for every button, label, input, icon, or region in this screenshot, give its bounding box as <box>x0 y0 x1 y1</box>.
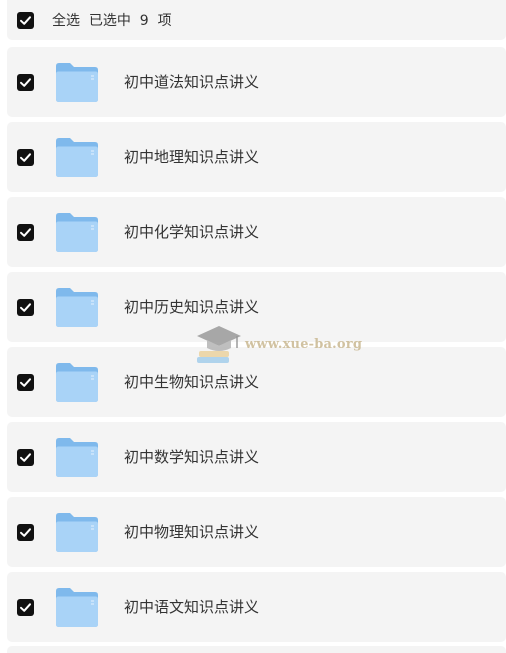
folder-row[interactable]: 初中数学知识点讲义 <box>7 422 506 492</box>
folder-name[interactable]: 初中道法知识点讲义 <box>124 72 259 92</box>
watermark: www.xue-ba.org <box>195 324 365 368</box>
folder-name[interactable]: 初中生物知识点讲义 <box>124 372 259 392</box>
checkmark-icon <box>20 603 31 612</box>
row-checkbox[interactable] <box>17 599 34 616</box>
selected-count-text: 已选中 9 项 <box>88 13 172 29</box>
checkmark-icon <box>20 303 31 312</box>
checkmark-icon <box>20 78 31 87</box>
folder-icon <box>56 513 98 552</box>
folder-icon <box>56 438 98 477</box>
folder-icon-wrapper <box>54 586 100 629</box>
row-checkbox[interactable] <box>17 224 34 241</box>
folder-icon-wrapper <box>54 61 100 104</box>
folder-icon <box>56 213 98 252</box>
folder-name[interactable]: 初中物理知识点讲义 <box>124 522 259 542</box>
checkmark-icon <box>20 378 31 387</box>
folder-row[interactable]: 初中道法知识点讲义 <box>7 47 506 117</box>
selection-header: 全选 已选中 9 项 <box>7 0 506 40</box>
select-all-label[interactable]: 全选 <box>52 13 80 29</box>
checkmark-icon <box>20 528 31 537</box>
row-checkbox[interactable] <box>17 74 34 91</box>
graduation-cap-books-icon <box>197 326 241 363</box>
folder-icon <box>56 288 98 327</box>
folder-icon <box>56 588 98 627</box>
row-checkbox[interactable] <box>17 449 34 466</box>
folder-row[interactable]: 初中化学知识点讲义 <box>7 197 506 267</box>
select-all-checkbox[interactable] <box>17 12 34 29</box>
folder-row[interactable]: 初中物理知识点讲义 <box>7 497 506 567</box>
row-checkbox[interactable] <box>17 149 34 166</box>
list-item-partial <box>7 646 506 653</box>
checkmark-icon <box>20 16 31 25</box>
folder-icon <box>56 363 98 402</box>
watermark-text: www.xue-ba.org <box>245 337 363 352</box>
selection-summary: 全选 已选中 9 项 <box>52 12 172 30</box>
folder-name[interactable]: 初中历史知识点讲义 <box>124 297 259 317</box>
row-checkbox[interactable] <box>17 524 34 541</box>
folder-icon <box>56 138 98 177</box>
folder-icon-wrapper <box>54 511 100 554</box>
folder-row[interactable]: 初中语文知识点讲义 <box>7 572 506 642</box>
folder-icon-wrapper <box>54 361 100 404</box>
checkmark-icon <box>20 228 31 237</box>
folder-name[interactable]: 初中化学知识点讲义 <box>124 222 259 242</box>
folder-name[interactable]: 初中数学知识点讲义 <box>124 447 259 467</box>
row-checkbox[interactable] <box>17 374 34 391</box>
checkmark-icon <box>20 153 31 162</box>
folder-row[interactable]: 初中地理知识点讲义 <box>7 122 506 192</box>
folder-name[interactable]: 初中地理知识点讲义 <box>124 147 259 167</box>
folder-icon-wrapper <box>54 136 100 179</box>
folder-icon <box>56 63 98 102</box>
row-checkbox[interactable] <box>17 299 34 316</box>
folder-icon-wrapper <box>54 436 100 479</box>
folder-icon-wrapper <box>54 286 100 329</box>
folder-icon-wrapper <box>54 211 100 254</box>
folder-name[interactable]: 初中语文知识点讲义 <box>124 597 259 617</box>
checkmark-icon <box>20 453 31 462</box>
